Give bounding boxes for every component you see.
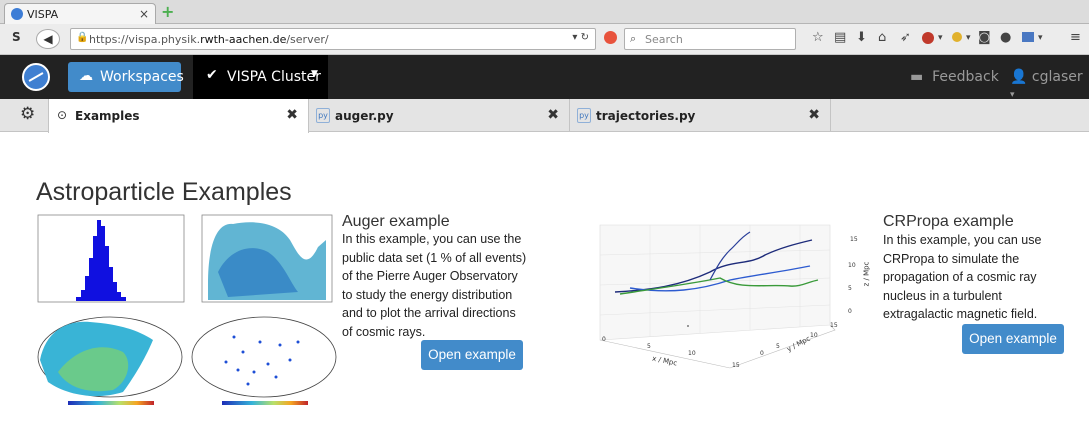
gear-icon[interactable]: ⚙ [20,104,35,124]
caret-down-icon: ▼ [311,69,318,79]
vispa-logo-icon[interactable] [22,63,50,91]
new-tab-icon[interactable]: + [161,2,174,21]
back-icon[interactable]: ◀ [36,29,60,49]
screen-dropdown-icon[interactable]: ▾ [1038,33,1043,43]
check-icon: ✔ [206,67,218,83]
description-line: of cosmic rays. [342,324,426,339]
browser-tab-title: VISPA [27,8,59,21]
search-placeholder: Search [645,33,683,46]
description-line: In this example, you can use [883,233,1042,247]
pocket-icon[interactable]: ◙ [978,30,991,45]
y-tick-label: 10 [810,332,818,339]
tab-trajectories-py[interactable]: py trajectories.py ✖ [570,99,831,132]
feedback-link[interactable]: ▬ Feedback [910,69,999,85]
crpropa-example-description: In this example, you can use CRPropa to … [883,231,1041,324]
open-crpropa-example-button[interactable]: Open example [962,324,1064,354]
description-line: In this example, you can use the [342,232,522,246]
star-icon[interactable]: ☆ [812,30,824,45]
z-tick-label: 5 [848,285,852,292]
x-tick-label: 0 [602,336,606,343]
close-icon[interactable]: ✖ [808,107,820,123]
close-icon[interactable]: ✖ [286,107,298,123]
download-icon[interactable]: ⬇ [856,30,867,45]
adblock-icon[interactable] [922,32,934,44]
vispa-favicon-icon [11,8,23,20]
description-line: extragalactic magnetic field. [883,307,1038,321]
search-engine-icon[interactable] [604,31,617,44]
tab-examples-label: Examples [75,109,140,123]
browser-tabstrip: VISPA × + [0,0,1089,25]
cluster-dropdown[interactable]: ✔ VISPA Cluster ▼ [193,55,328,99]
crpropa-thumbnail-image [599,224,836,369]
auger-thumbnail-image [37,214,337,405]
description-line: of the Pierre Auger Observatory [342,269,518,283]
browser-navbar: S ◀ 🔒 https://vispa.physik.rwth-aachen.d… [0,24,1089,55]
home-icon[interactable]: ⌂ [878,30,886,45]
z-tick-label: 15 [850,236,858,243]
auger-example-description: In this example, you can use the public … [342,230,526,341]
feedback-label: Feedback [932,69,999,85]
python-file-icon: py [316,108,330,123]
close-icon[interactable]: ✖ [547,107,559,123]
url-bar[interactable]: 🔒 https://vispa.physik.rwth-aachen.de/se… [70,28,596,50]
y-tick-label: 15 [830,322,838,329]
y-tick-label: 5 [776,343,780,350]
z-axis-label: z / Mpc [862,261,871,287]
addon-icon[interactable] [952,32,962,42]
clock-icon: ⊙ [57,108,68,122]
tab-auger-py[interactable]: py auger.py ✖ [309,99,570,132]
lock-icon: 🔒 [76,32,89,43]
python-file-icon: py [577,108,591,123]
tab-trajectories-label: trajectories.py [596,109,696,123]
page-title: Astroparticle Examples [36,178,292,206]
clipboard-icon[interactable]: ▤ [834,30,846,45]
search-input[interactable]: ⌕ Search [624,28,796,50]
tab-examples[interactable]: ⊙ Examples ✖ [48,99,309,133]
tab-auger-label: auger.py [335,109,394,123]
user-icon: 👤 [1010,69,1028,85]
description-line: public data set (1 % of all events) [342,250,527,265]
description-line: nucleus in a turbulent [883,288,1002,303]
open-auger-example-button[interactable]: Open example [421,340,523,370]
app-header: ☁ Workspaces ✔ VISPA Cluster ▼ ▬ Feedbac… [0,55,1089,101]
crpropa-example-title: CRPropa example [883,213,1014,230]
addon-dropdown-icon[interactable]: ▾ [966,33,971,43]
url-reload-icon[interactable]: ▾ ↻ [572,32,589,43]
adblock-dropdown-icon[interactable]: ▾ [938,33,943,43]
url-text: https://vispa.physik.rwth-aachen.de/serv… [89,33,329,46]
y-tick-label: 0 [760,350,764,357]
cluster-label: VISPA Cluster [227,69,321,85]
x-tick-label: 10 [688,350,696,357]
chat-icon[interactable]: ● [1000,30,1011,45]
menu-icon[interactable]: ≡ [1070,30,1081,45]
description-line: CRPropa to simulate the [883,251,1020,266]
comment-icon: ▬ [910,69,924,85]
workspace-tabbar: ⚙ ⊙ Examples ✖ py auger.py ✖ py trajecto… [0,99,1089,133]
description-line: to study the energy distribution [342,287,513,302]
close-tab-icon[interactable]: × [139,7,149,21]
x-tick-label: 5 [647,343,651,350]
description-line: propagation of a cosmic ray [883,270,1037,284]
browser-tab[interactable]: VISPA × [4,3,156,25]
user-menu[interactable]: 👤 cglaser ▾ [1010,69,1089,101]
workspaces-label: Workspaces [100,69,184,85]
auger-example-title: Auger example [342,213,450,230]
screen-icon[interactable] [1022,32,1034,42]
user-label: cglaser [1031,69,1083,85]
send-icon[interactable]: ➶ [900,30,911,45]
workspaces-button[interactable]: ☁ Workspaces [68,62,184,92]
z-tick-label: 10 [848,262,856,269]
search-icon: ⌕ [630,32,637,45]
x-tick-label: 15 [732,362,740,369]
cloud-icon: ☁ [79,68,93,84]
z-tick-label: 0 [848,308,852,315]
sync-icon[interactable]: S [12,30,21,44]
description-line: and to plot the arrival directions [342,306,516,320]
